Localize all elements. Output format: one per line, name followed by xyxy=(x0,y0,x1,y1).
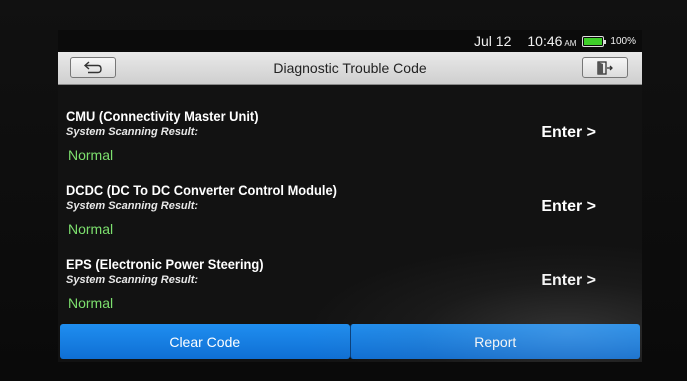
title-bar: Diagnostic Trouble Code xyxy=(58,52,642,85)
module-name: EPS (Electronic Power Steering) xyxy=(66,256,264,272)
report-button[interactable]: Report xyxy=(349,324,640,359)
status-right: Jul 12 10:46 AM 100% xyxy=(474,33,636,49)
enter-button[interactable]: Enter > xyxy=(541,124,596,142)
status-date: Jul 12 xyxy=(474,33,512,49)
battery-percent: 100% xyxy=(610,35,636,47)
exit-button[interactable] xyxy=(582,57,628,78)
list-item[interactable]: CMU (Connectivity Master Unit) System Sc… xyxy=(58,84,642,163)
exit-door-icon xyxy=(597,60,613,75)
battery-icon xyxy=(582,35,607,47)
list-item[interactable]: EPS (Electronic Power Steering) System S… xyxy=(58,232,642,311)
module-name: DCDC (DC To DC Converter Control Module) xyxy=(66,182,337,198)
enter-button[interactable]: Enter > xyxy=(541,198,596,216)
status-bar: Jul 12 10:46 AM 100% xyxy=(58,30,642,52)
scan-result-label: System Scanning Result: xyxy=(66,200,199,212)
scan-result-label: System Scanning Result: xyxy=(66,126,199,138)
status-time-group: 10:46 AM xyxy=(527,33,576,49)
module-name: CMU (Connectivity Master Unit) xyxy=(66,108,259,124)
page-title: Diagnostic Trouble Code xyxy=(273,60,427,76)
battery-fill xyxy=(584,37,603,45)
screen: Jul 12 10:46 AM 100% Diagnostic Trouble C… xyxy=(58,30,642,362)
list-item[interactable]: DCDC (DC To DC Converter Control Module)… xyxy=(58,158,642,237)
clear-code-button[interactable]: Clear Code xyxy=(60,324,350,359)
status-ampm: AM xyxy=(564,39,577,48)
scan-result-label: System Scanning Result: xyxy=(66,274,199,286)
scan-status: Normal xyxy=(68,295,114,311)
status-time: 10:46 xyxy=(527,33,563,49)
enter-button[interactable]: Enter > xyxy=(541,272,596,290)
bottom-toolbar: Clear Code Report xyxy=(60,324,640,359)
